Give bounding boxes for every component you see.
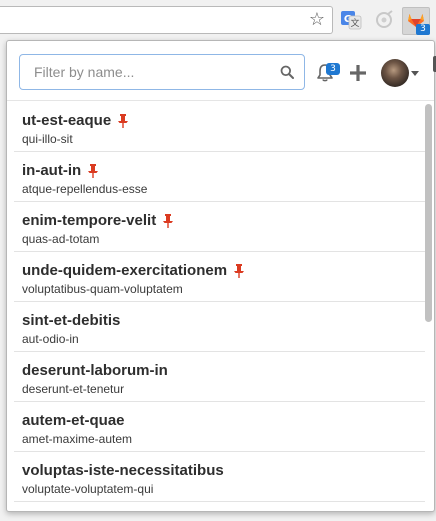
search-icon[interactable] [280,65,294,79]
project-name: enim-tempore-velit [22,212,157,229]
gitlab-popup: 3 ut-est-eaque qui-illo-sit in-aut-in atque… [6,40,435,512]
notification-count-badge: 3 [326,63,340,75]
project-namespace: voluptate-voluptatem-qui [22,482,154,496]
project-title: in-aut-in [22,162,99,179]
project-title: autem-et-quae [22,412,125,429]
project-title: enim-tempore-velit [22,212,174,229]
project-list-item[interactable]: ut-est-eaque qui-illo-sit [14,102,425,152]
project-namespace: qui-illo-sit [22,132,73,146]
translate-extension-button[interactable]: G 文 [340,9,362,31]
project-list-item[interactable]: unde-quidem-exercitationem voluptatibus-q… [14,252,425,302]
plus-icon[interactable] [348,63,368,83]
project-title: ut-est-eaque [22,112,129,129]
project-name: ut-est-eaque [22,112,112,129]
extension-button[interactable] [373,9,395,31]
project-list-item[interactable]: deserunt-laborum-in deserunt-et-tenetur [14,352,425,402]
project-name: voluptas-iste-necessitatibus [22,462,224,479]
project-list: ut-est-eaque qui-illo-sit in-aut-in atque-r… [14,102,425,511]
pin-icon[interactable] [117,113,129,128]
project-list-item[interactable]: autem-et-quae amet-maxime-autem [14,402,425,452]
address-bar[interactable]: ☆ [0,6,333,34]
project-list-item[interactable]: enim-tempore-velit quas-ad-totam [14,202,425,252]
pin-icon[interactable] [233,263,245,278]
avatar[interactable] [381,59,409,87]
project-title: sint-et-debitis [22,312,120,329]
project-namespace: quas-ad-totam [22,232,100,246]
project-name: in-aut-in [22,162,82,179]
scrollbar[interactable] [425,104,432,322]
pin-icon[interactable] [87,163,99,178]
project-namespace: voluptatibus-quam-voluptatem [22,282,183,296]
project-name: autem-et-quae [22,412,125,429]
project-title: unde-quidem-exercitationem [22,262,245,279]
chevron-down-icon[interactable] [411,71,419,76]
project-list-item[interactable]: voluptas-iste-necessitatibus voluptate-vo… [14,452,425,502]
extension-badge: 3 [416,24,430,35]
project-title: voluptas-iste-necessitatibus [22,462,224,479]
popup-header: 3 [7,41,434,101]
project-namespace: amet-maxime-autem [22,432,133,446]
project-list-item[interactable]: in-aut-in atque-repellendus-esse [14,152,425,202]
pin-icon[interactable] [162,213,174,228]
gitlab-extension-button[interactable]: 3 [402,7,430,35]
project-title: deserunt-laborum-in [22,362,168,379]
filter-field[interactable] [19,54,305,90]
project-name: unde-quidem-exercitationem [22,262,228,279]
browser-toolbar: ☆ G 文 3 [0,0,436,40]
project-list-item[interactable]: sint-et-debitis aut-odio-in [14,302,425,352]
project-namespace: atque-repellendus-esse [22,182,148,196]
faded-extension-icon [376,10,393,28]
filter-input[interactable] [20,55,284,89]
project-namespace: aut-odio-in [22,332,79,346]
project-name: deserunt-laborum-in [22,362,168,379]
star-icon[interactable]: ☆ [308,10,326,28]
project-name: sint-et-debitis [22,312,121,329]
translate-icon: G 文 [341,11,362,30]
svg-text:文: 文 [350,17,359,29]
project-namespace: deserunt-et-tenetur [22,382,125,396]
